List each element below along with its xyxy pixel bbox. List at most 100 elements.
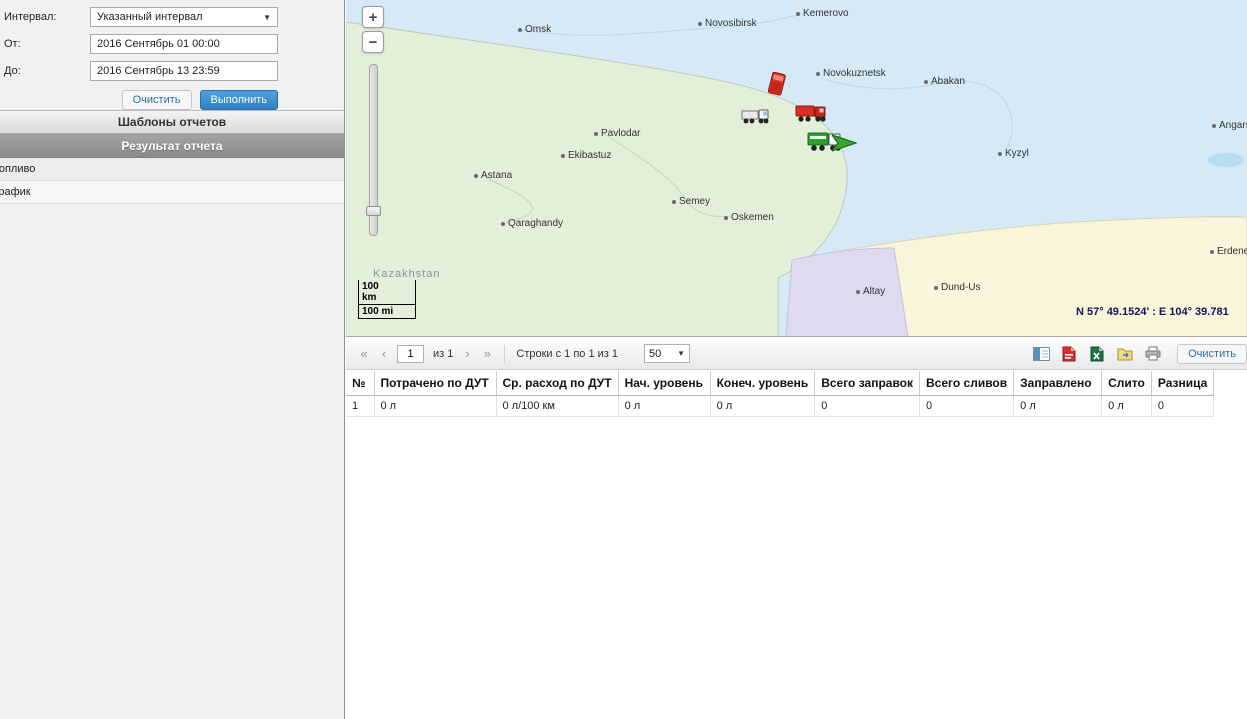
print-button[interactable] <box>1141 343 1165 365</box>
table-cell: 0 <box>815 396 920 417</box>
to-label: До: <box>4 65 90 77</box>
city-name: Altay <box>863 286 885 297</box>
table-cell: 0 л/100 км <box>496 396 618 417</box>
report-item-chart[interactable]: График <box>0 181 344 204</box>
columns-view-button[interactable] <box>1029 343 1053 365</box>
page-size-select[interactable]: 50 ▼ <box>644 344 690 363</box>
map-city-label: Kemerovo <box>796 8 849 19</box>
city-name: Kyzyl <box>1005 148 1029 159</box>
pdf-icon <box>1062 346 1076 362</box>
report-grid-toolbar: « ‹ из 1 › » Строки с 1 по 1 из 1 50 ▼ <box>346 338 1247 370</box>
table-cell: 0 л <box>1014 396 1102 417</box>
export-icon <box>1117 346 1133 362</box>
map-city-label: Ekibastuz <box>561 150 611 161</box>
table-cell: 0 л <box>1102 396 1152 417</box>
table-cell: 0 л <box>710 396 815 417</box>
page-number-input[interactable] <box>397 345 424 363</box>
to-date-input[interactable] <box>90 61 278 81</box>
report-table-header-row: №Потрачено по ДУТСр. расход по ДУТНач. у… <box>346 371 1214 396</box>
zoom-slider-handle[interactable] <box>366 206 381 216</box>
interval-selected-value: Указанный интервал <box>97 11 203 23</box>
city-name: Pavlodar <box>601 128 640 139</box>
column-header: Слито <box>1102 371 1152 396</box>
city-dot-icon <box>998 152 1002 156</box>
city-name: Kemerovo <box>803 8 849 19</box>
country-label-kazakhstan: Kazakhstan <box>373 268 440 280</box>
map-scale-line: 100 km 100 mi <box>358 280 416 319</box>
map-city-label: Pavlodar <box>594 128 640 139</box>
table-cell: 0 л <box>618 396 710 417</box>
map-canvas[interactable]: Omsk Novosibirsk Kemerovo Novokuznetsk Abaka… <box>346 0 1247 337</box>
city-dot-icon <box>924 80 928 84</box>
export-excel-button[interactable] <box>1085 343 1109 365</box>
table-row[interactable]: 10 л0 л/100 км0 л0 л000 л0 л0 <box>346 396 1214 417</box>
city-name: Semey <box>679 196 710 207</box>
city-dot-icon <box>934 286 938 290</box>
print-icon <box>1145 346 1161 361</box>
page-size-value: 50 <box>649 348 661 360</box>
clear-result-button[interactable]: Очистить <box>1177 344 1247 364</box>
scale-mi-bar: 100 mi <box>358 305 416 319</box>
map-city-label: Erdenet <box>1210 246 1247 257</box>
report-parameters-form: Интервал: Указанный интервал ▼ От: До: О… <box>0 0 344 110</box>
city-dot-icon <box>856 290 860 294</box>
clear-form-button[interactable]: Очистить <box>122 90 192 110</box>
report-item-fuel[interactable]: Топливо <box>0 158 344 181</box>
city-name: Omsk <box>525 24 551 35</box>
last-page-button[interactable]: » <box>477 344 497 364</box>
map-land-shapes <box>346 0 1247 337</box>
execute-button[interactable]: Выполнить <box>200 90 278 110</box>
city-name: Ekibastuz <box>568 150 611 161</box>
city-dot-icon <box>594 132 598 136</box>
table-cell: 1 <box>346 396 374 417</box>
report-table: №Потрачено по ДУТСр. расход по ДУТНач. у… <box>346 371 1214 417</box>
vehicle-marker-3[interactable] <box>794 102 828 124</box>
page-count-label: из 1 <box>433 348 453 360</box>
columns-icon <box>1033 347 1050 361</box>
map-city-label: Dund-Us <box>934 282 980 293</box>
city-dot-icon <box>672 200 676 204</box>
city-name: Astana <box>481 170 512 181</box>
scale-km-unit: km <box>362 292 376 303</box>
column-header: Потрачено по ДУТ <box>374 371 496 396</box>
city-dot-icon <box>1212 124 1216 128</box>
column-header: Ср. расход по ДУТ <box>496 371 618 396</box>
section-report-result[interactable]: Результат отчета <box>0 134 344 158</box>
vehicle-marker-1[interactable] <box>762 70 790 100</box>
city-name: Angarsk <box>1219 120 1247 131</box>
city-name: Novokuznetsk <box>823 68 886 79</box>
scale-km-value: 100 <box>362 281 379 292</box>
interval-select[interactable]: Указанный интервал ▼ <box>90 7 278 27</box>
export-pdf-button[interactable] <box>1057 343 1081 365</box>
city-dot-icon <box>816 72 820 76</box>
next-page-button[interactable]: › <box>457 344 477 364</box>
from-row: От: <box>4 34 344 54</box>
column-header: Всего заправок <box>815 371 920 396</box>
column-header: Разница <box>1151 371 1213 396</box>
interval-row: Интервал: Указанный интервал ▼ <box>4 7 344 27</box>
column-header: Всего сливов <box>920 371 1014 396</box>
column-header: № <box>346 371 374 396</box>
city-dot-icon <box>724 216 728 220</box>
zoom-out-button[interactable]: − <box>362 31 384 53</box>
column-header: Конеч. уровень <box>710 371 815 396</box>
prev-page-button[interactable]: ‹ <box>374 344 394 364</box>
content-empty-area <box>346 419 1247 719</box>
city-dot-icon <box>1210 250 1214 254</box>
vehicle-marker-2[interactable] <box>740 106 772 126</box>
city-dot-icon <box>698 22 702 26</box>
export-file-button[interactable] <box>1113 343 1137 365</box>
map-city-label: Qaraghandy <box>501 218 563 229</box>
scale-km-bar: 100 km <box>358 280 416 305</box>
map-city-label: Kyzyl <box>998 148 1029 159</box>
map-city-label: Altay <box>856 286 885 297</box>
section-report-templates[interactable]: Шаблоны отчетов <box>0 110 344 134</box>
to-row: До: <box>4 61 344 81</box>
first-page-button[interactable]: « <box>354 344 374 364</box>
zoom-in-button[interactable]: + <box>362 6 384 28</box>
map-city-label: Abakan <box>924 76 965 87</box>
city-name: Novosibirsk <box>705 18 757 29</box>
from-date-input[interactable] <box>90 34 278 54</box>
city-dot-icon <box>501 222 505 226</box>
city-dot-icon <box>518 28 522 32</box>
